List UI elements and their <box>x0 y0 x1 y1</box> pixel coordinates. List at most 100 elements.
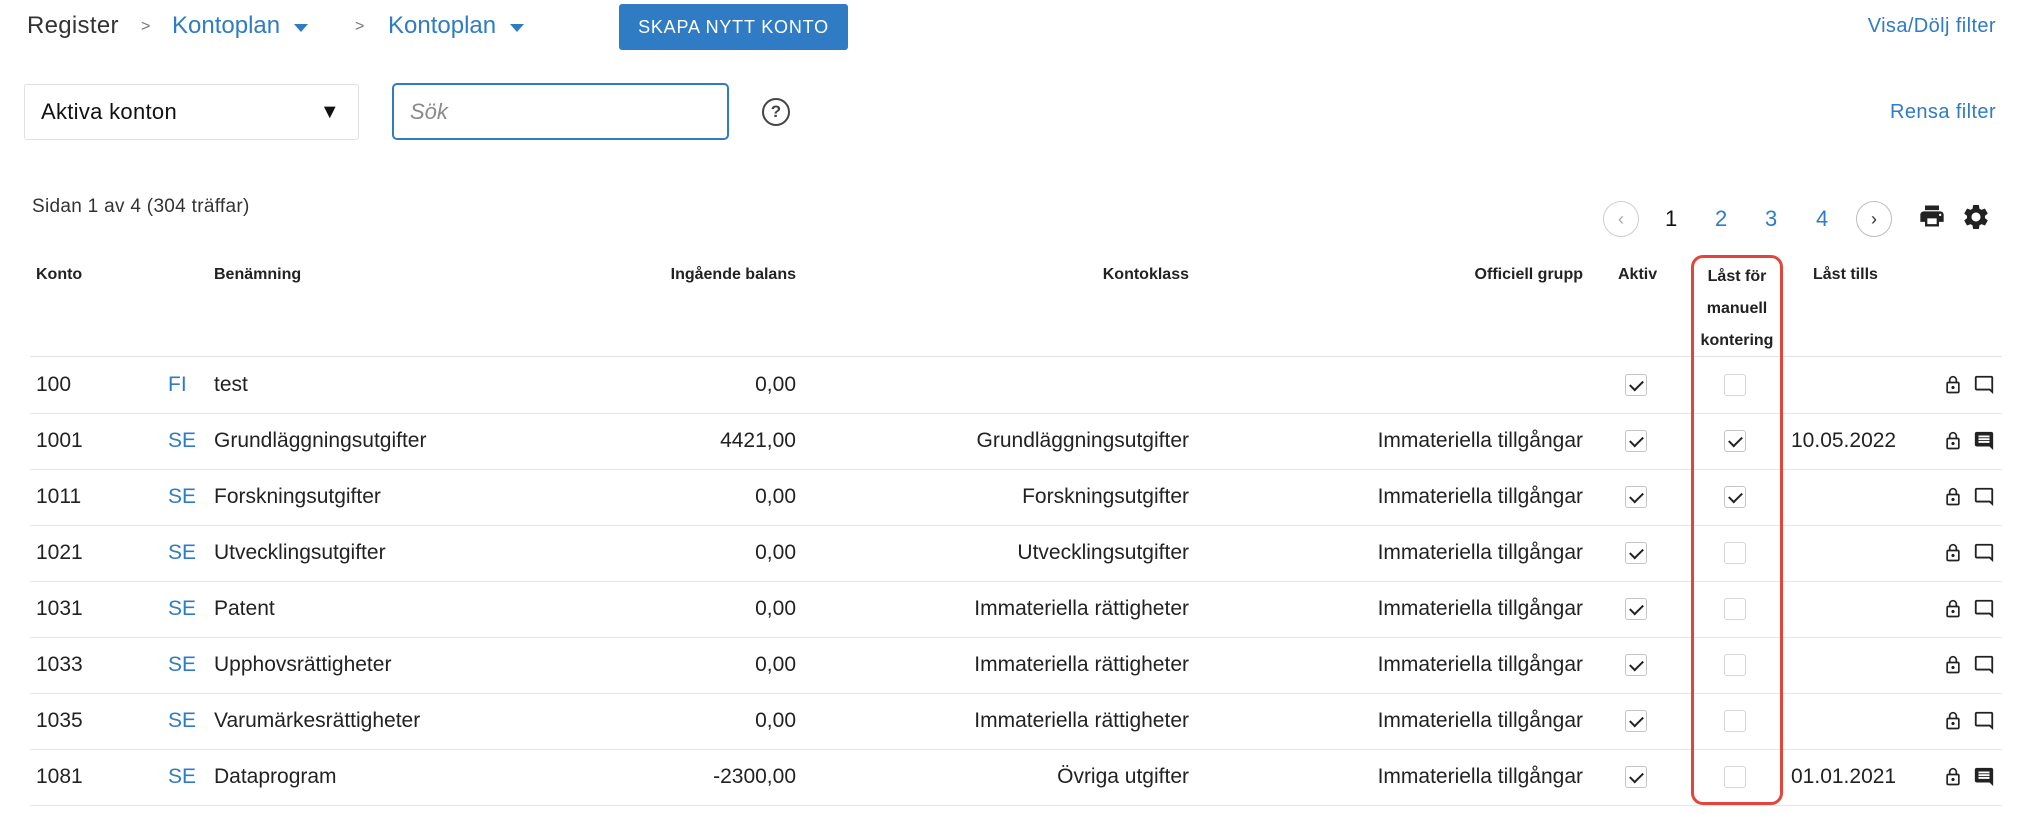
account-status-select[interactable]: Aktiva konton ▼ <box>24 84 359 140</box>
cell-konto: 100 <box>36 373 72 396</box>
cell-konto: 1011 <box>36 485 82 508</box>
cell-language-code[interactable]: SE <box>168 765 196 789</box>
cell-konto: 1033 <box>36 653 83 676</box>
comment-icon[interactable] <box>1972 766 1996 793</box>
lock-icon[interactable] <box>1943 430 1963 457</box>
cell-language-code[interactable]: SE <box>168 709 196 733</box>
comment-icon[interactable] <box>1972 710 1996 737</box>
lock-icon[interactable] <box>1943 710 1963 737</box>
page-1[interactable]: 1 <box>1665 206 1677 232</box>
aktiv-checkbox[interactable] <box>1625 430 1647 452</box>
column-highlight-frame <box>1691 255 1783 805</box>
cell-ingaende-balans: -2300,00 <box>713 765 796 788</box>
cell-kontoklass: Utvecklingsutgifter <box>1017 541 1189 564</box>
cell-benamning: Forskningsutgifter <box>214 485 381 508</box>
aktiv-checkbox[interactable] <box>1625 486 1647 508</box>
breadcrumb-separator: > <box>355 18 365 35</box>
lock-icon[interactable] <box>1943 374 1963 401</box>
cell-officiell-grupp: Immateriella tillgångar <box>1377 485 1583 508</box>
cell-konto: 1035 <box>36 709 83 732</box>
cell-officiell-grupp: Immateriella tillgångar <box>1377 653 1583 676</box>
lock-icon[interactable] <box>1943 486 1963 513</box>
comment-icon[interactable] <box>1972 430 1996 457</box>
cell-ingaende-balans: 0,00 <box>755 373 796 396</box>
comment-icon[interactable] <box>1972 654 1996 681</box>
aktiv-checkbox[interactable] <box>1625 374 1647 396</box>
cell-kontoklass: Forskningsutgifter <box>1022 485 1189 508</box>
col-header-aktiv[interactable]: Aktiv <box>1618 266 1657 284</box>
select-value: Aktiva konton <box>41 99 177 124</box>
cell-officiell-grupp: Immateriella tillgångar <box>1377 597 1583 620</box>
chevron-left-icon: ‹ <box>1618 208 1624 229</box>
aktiv-checkbox[interactable] <box>1625 766 1647 788</box>
chevron-right-icon: › <box>1871 208 1877 229</box>
cell-last-tills: 01.01.2021 <box>1791 765 1897 788</box>
comment-icon[interactable] <box>1972 374 1996 401</box>
lock-icon[interactable] <box>1943 654 1963 681</box>
cell-language-code[interactable]: SE <box>168 653 196 677</box>
aktiv-checkbox[interactable] <box>1625 598 1647 620</box>
aktiv-checkbox[interactable] <box>1625 710 1647 732</box>
cell-ingaende-balans: 0,00 <box>755 653 796 676</box>
print-icon[interactable] <box>1918 202 1946 230</box>
breadcrumb-label: Kontoplan <box>388 12 497 39</box>
next-page-button[interactable]: › <box>1856 201 1892 237</box>
toggle-filter-link[interactable]: Visa/Dölj filter <box>1868 15 1996 38</box>
cell-konto: 1021 <box>36 541 83 564</box>
aktiv-checkbox[interactable] <box>1625 654 1647 676</box>
cell-officiell-grupp: Immateriella tillgångar <box>1377 709 1583 732</box>
cell-ingaende-balans: 4421,00 <box>720 429 796 452</box>
search-input[interactable] <box>392 83 729 140</box>
pagination-info: Sidan 1 av 4 (304 träffar) <box>32 196 250 217</box>
cell-benamning: Upphovsrättigheter <box>214 653 392 676</box>
cell-benamning: Varumärkesrättigheter <box>214 709 421 732</box>
clear-filter-link[interactable]: Rensa filter <box>1890 101 1996 124</box>
help-icon[interactable]: ? <box>762 98 790 126</box>
cell-konto: 1081 <box>36 765 83 788</box>
col-header-benamning[interactable]: Benämning <box>214 266 301 284</box>
row-divider <box>30 805 2002 806</box>
chevron-down-icon <box>510 23 525 32</box>
cell-benamning: Grundläggningsutgifter <box>214 429 427 452</box>
cell-language-code[interactable]: FI <box>168 373 187 397</box>
create-account-button[interactable]: SKAPA NYTT KONTO <box>619 4 848 50</box>
cell-konto: 1001 <box>36 429 83 452</box>
cell-language-code[interactable]: SE <box>168 485 196 509</box>
cell-benamning: test <box>214 373 248 396</box>
chevron-down-icon <box>294 23 309 32</box>
col-header-officiell-grupp[interactable]: Officiell grupp <box>1475 266 1583 284</box>
page-2[interactable]: 2 <box>1715 206 1727 232</box>
cell-konto: 1031 <box>36 597 83 620</box>
breadcrumb-separator: > <box>141 18 151 35</box>
cell-language-code[interactable]: SE <box>168 429 196 453</box>
lock-icon[interactable] <box>1943 542 1963 569</box>
breadcrumb-root: Register <box>27 12 119 39</box>
prev-page-button[interactable]: ‹ <box>1603 201 1639 237</box>
cell-language-code[interactable]: SE <box>168 597 196 621</box>
lock-icon[interactable] <box>1943 598 1963 625</box>
col-header-last-tills[interactable]: Låst tills <box>1813 266 1878 284</box>
lock-icon[interactable] <box>1943 766 1963 793</box>
comment-icon[interactable] <box>1972 486 1996 513</box>
page-3[interactable]: 3 <box>1765 206 1777 232</box>
col-header-ingaende-balans[interactable]: Ingående balans <box>671 266 796 284</box>
cell-benamning: Dataprogram <box>214 765 337 788</box>
col-header-kontoklass[interactable]: Kontoklass <box>1103 266 1189 284</box>
cell-officiell-grupp: Immateriella tillgångar <box>1377 429 1583 452</box>
cell-officiell-grupp: Immateriella tillgångar <box>1377 541 1583 564</box>
dropdown-arrow-icon: ▼ <box>319 101 340 123</box>
cell-language-code[interactable]: SE <box>168 541 196 565</box>
comment-icon[interactable] <box>1972 542 1996 569</box>
comment-icon[interactable] <box>1972 598 1996 625</box>
aktiv-checkbox[interactable] <box>1625 542 1647 564</box>
gear-icon[interactable] <box>1961 202 1991 232</box>
cell-benamning: Utvecklingsutgifter <box>214 541 386 564</box>
breadcrumb-label: Kontoplan <box>172 12 281 39</box>
col-header-konto[interactable]: Konto <box>36 266 82 284</box>
page-4[interactable]: 4 <box>1816 206 1828 232</box>
cell-ingaende-balans: 0,00 <box>755 541 796 564</box>
cell-officiell-grupp: Immateriella tillgångar <box>1377 765 1583 788</box>
breadcrumb-kontoplan-sub-dropdown[interactable]: Kontoplan <box>388 12 525 40</box>
cell-kontoklass: Immateriella rättigheter <box>974 597 1189 620</box>
breadcrumb-kontoplan-dropdown[interactable]: Kontoplan <box>172 12 309 40</box>
